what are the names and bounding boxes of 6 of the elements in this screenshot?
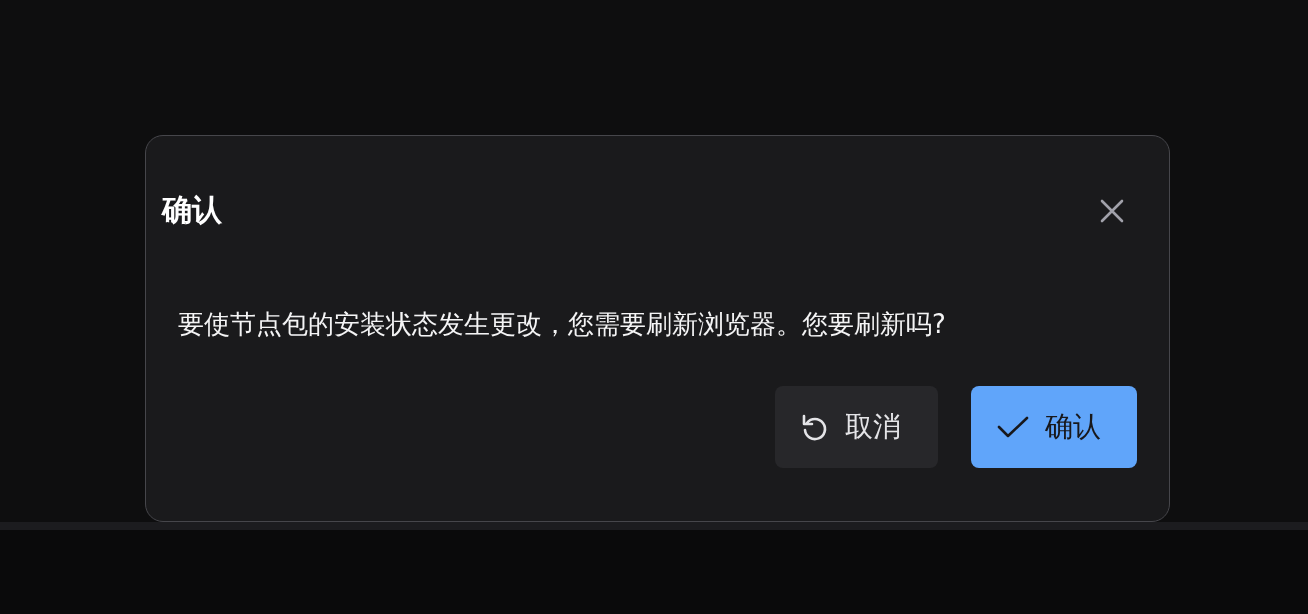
cancel-button[interactable]: 取消 <box>775 386 938 468</box>
dialog-message: 要使节点包的安装状态发生更改，您需要刷新浏览器。您要刷新吗? <box>178 308 947 341</box>
dialog-title: 确认 <box>162 191 222 229</box>
close-icon[interactable] <box>1099 197 1125 224</box>
check-icon <box>997 415 1029 439</box>
confirm-button[interactable]: 确认 <box>971 386 1137 468</box>
